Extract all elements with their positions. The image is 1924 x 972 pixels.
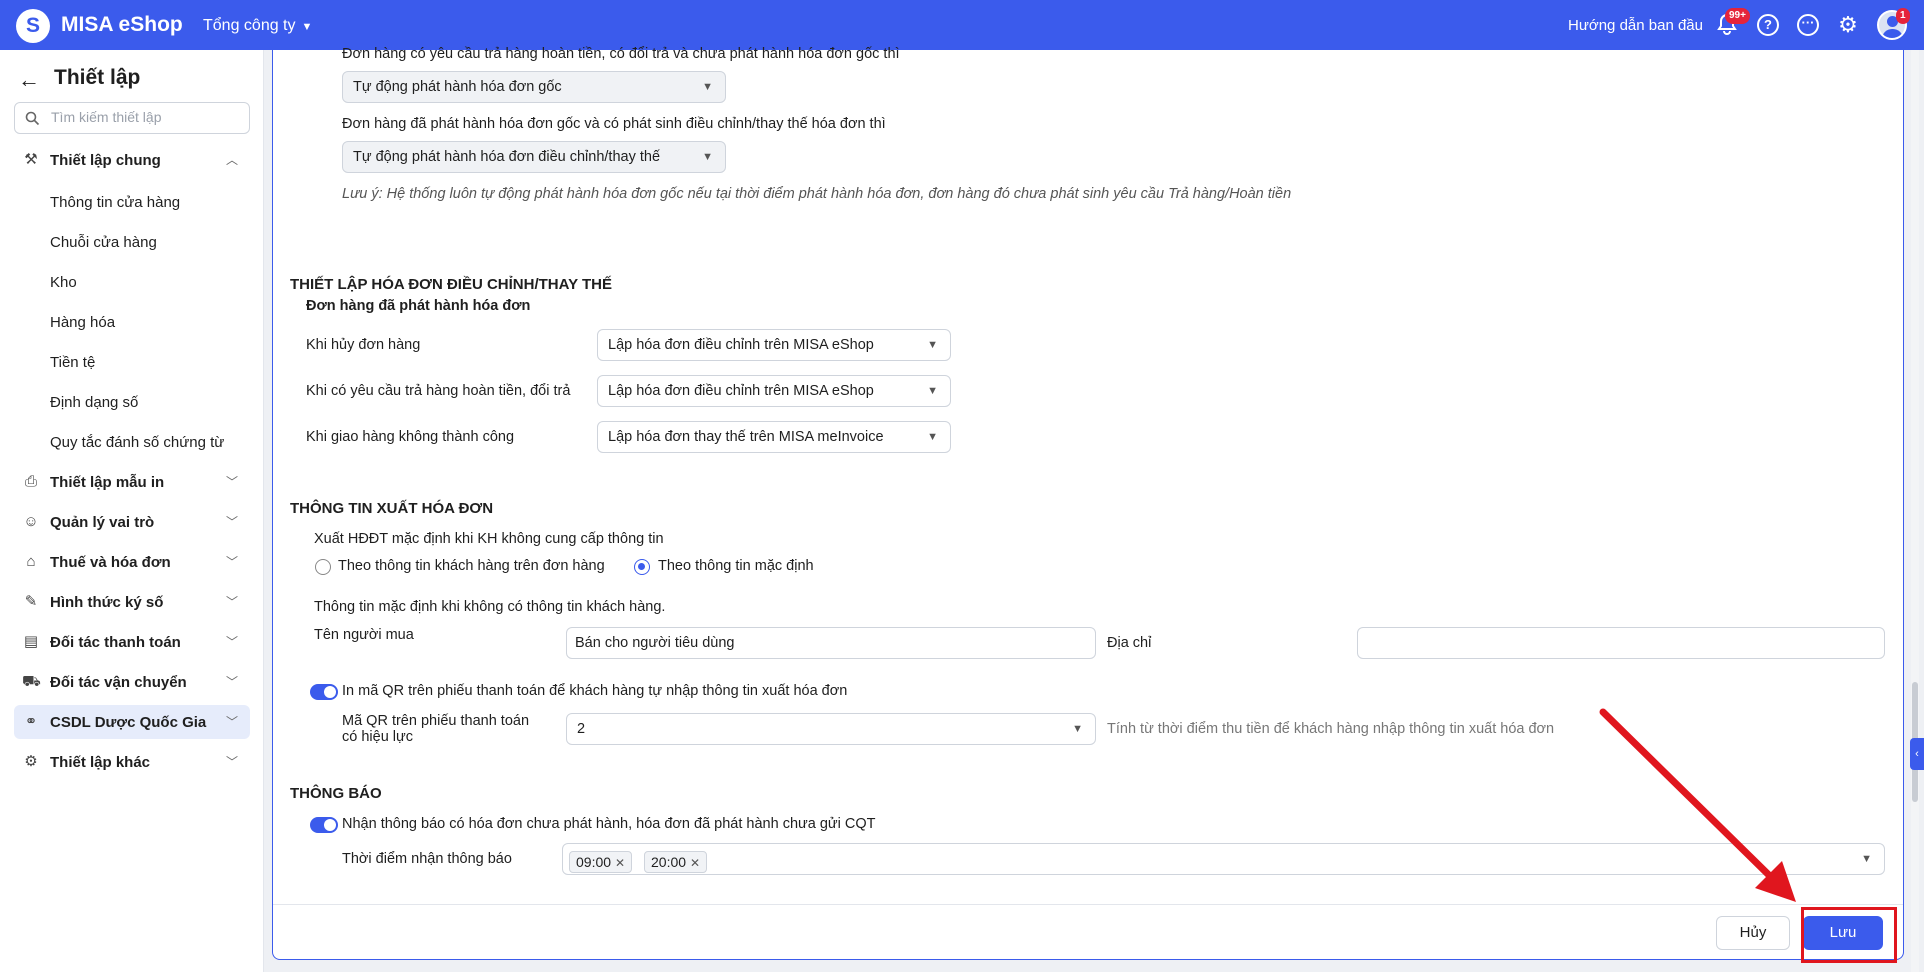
annotation-highlight-box	[1801, 907, 1897, 963]
collapse-panel-chevron-icon[interactable]: ‹	[1910, 738, 1924, 770]
annotation-arrow	[1599, 708, 1796, 902]
page-scrollbar[interactable]	[1911, 50, 1919, 972]
